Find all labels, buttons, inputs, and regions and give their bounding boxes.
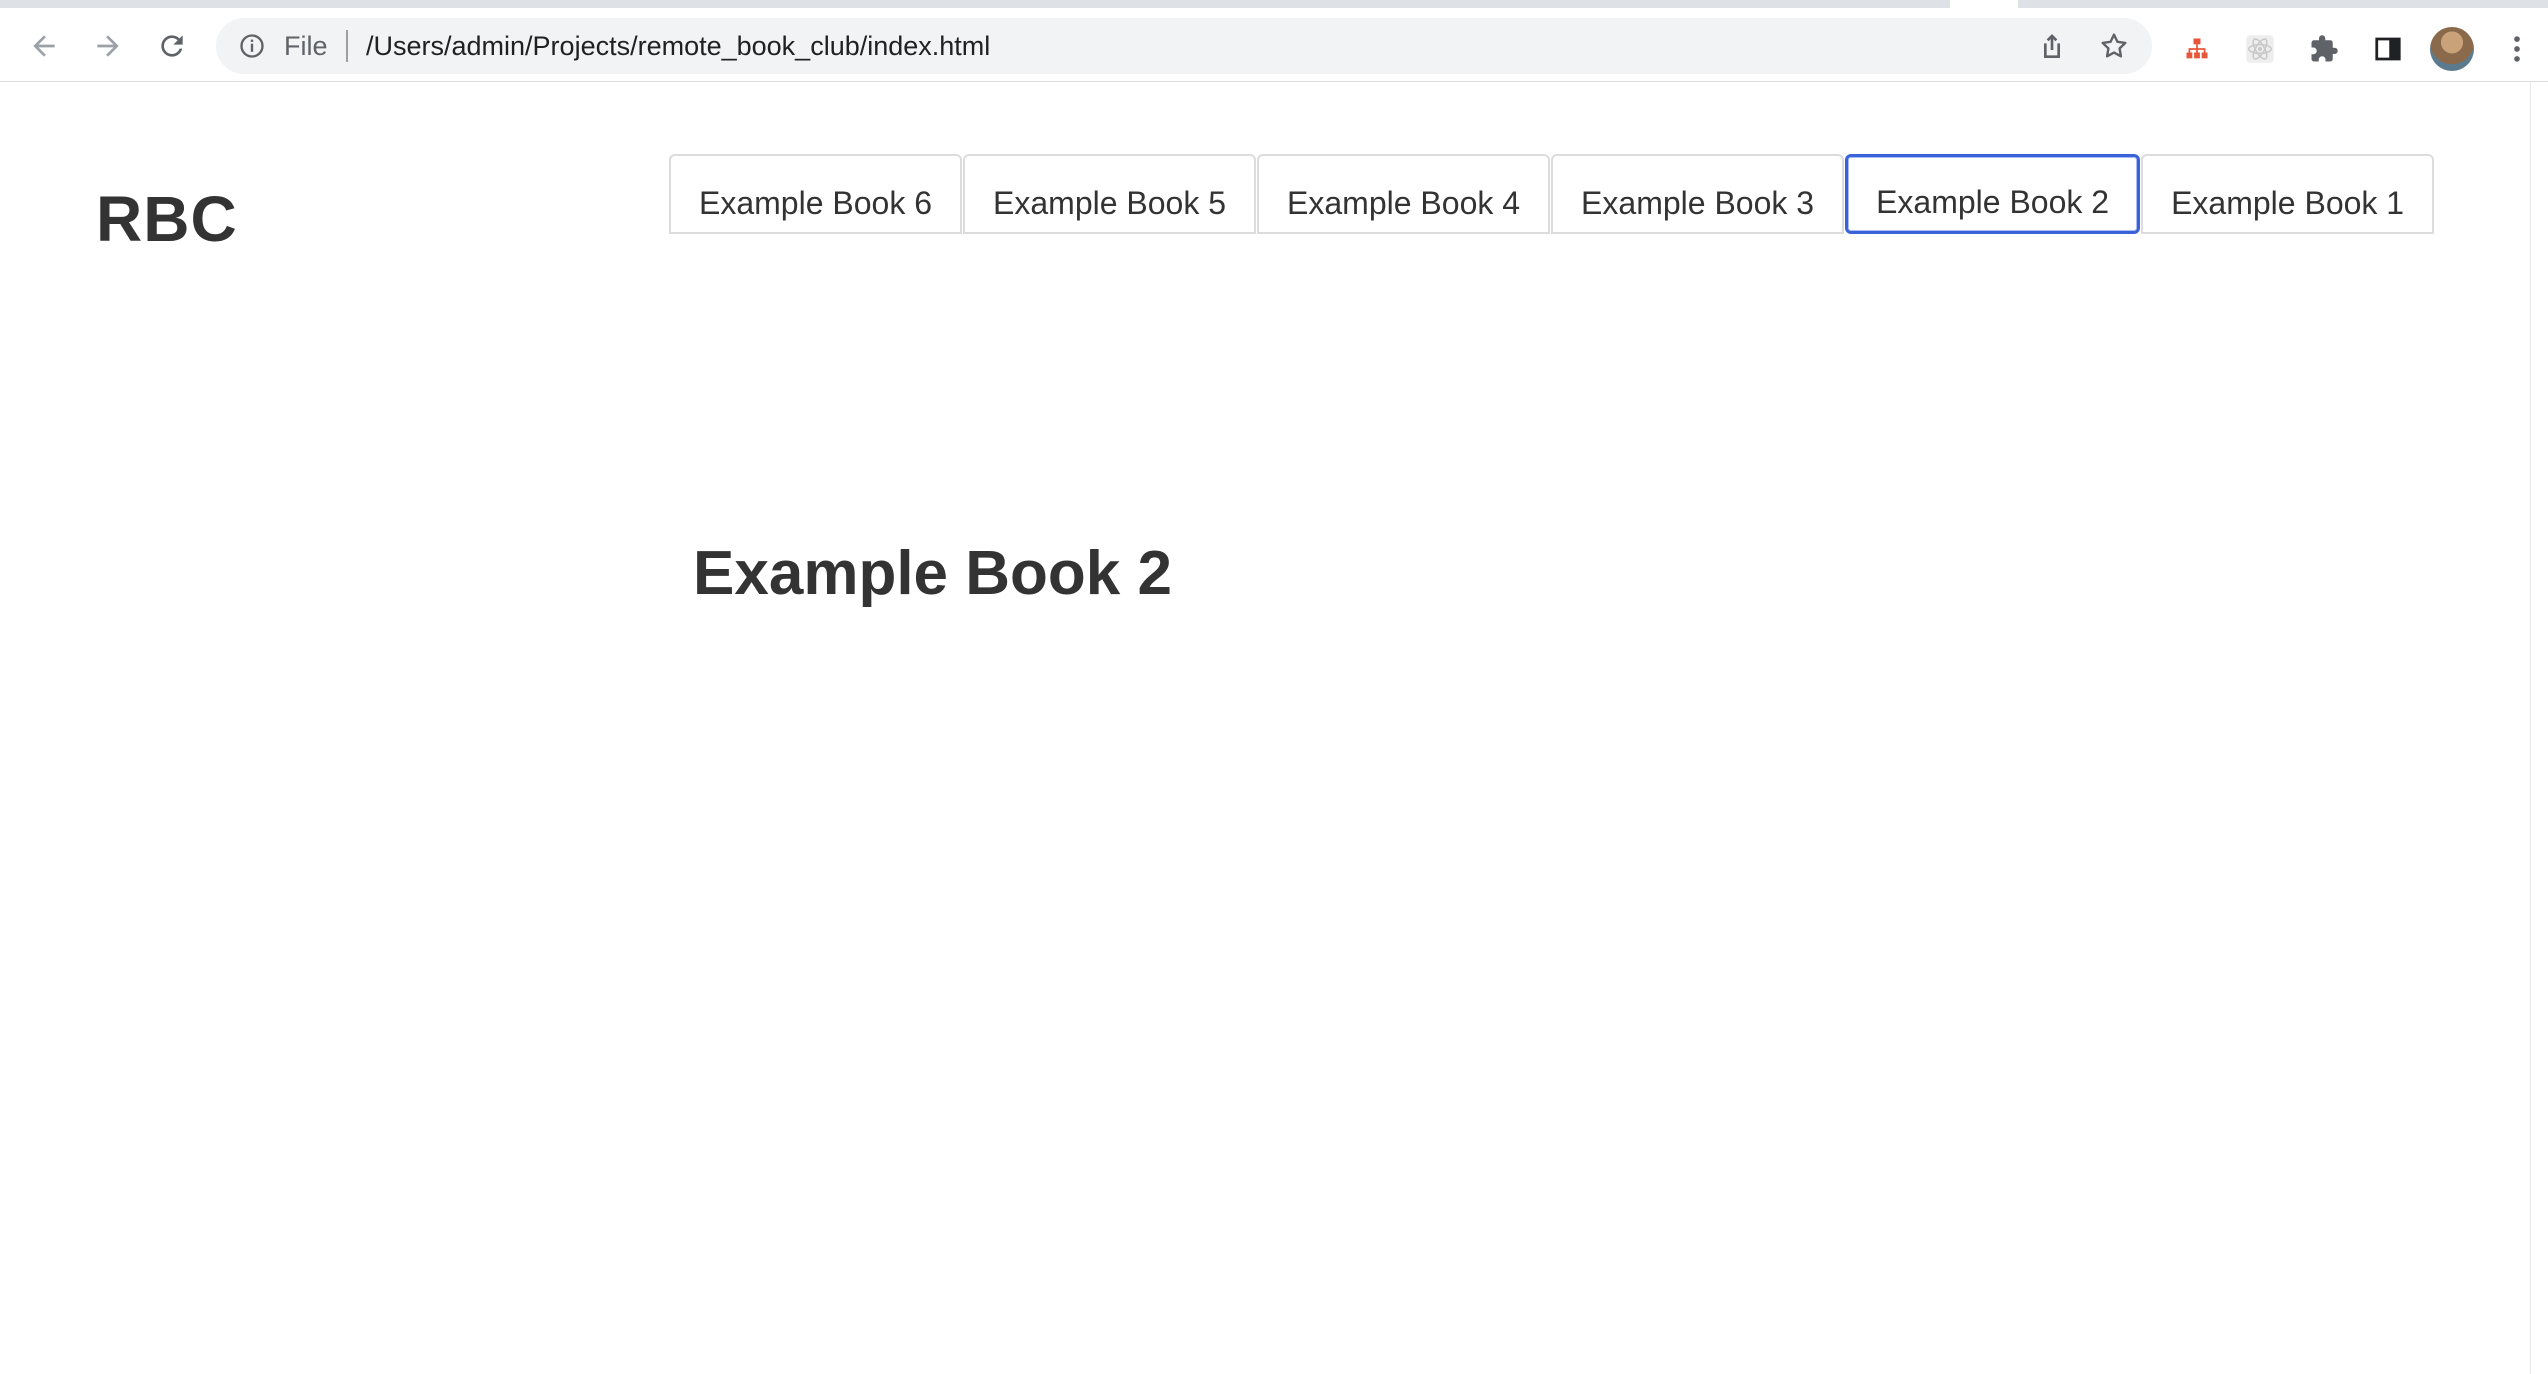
forward-button[interactable] <box>86 24 130 68</box>
arrow-left-icon <box>33 35 55 57</box>
kebab-menu-icon[interactable] <box>2500 32 2534 66</box>
browser-toolbar: File /Users/admin/Projects/remote_book_c… <box>0 8 2548 82</box>
page-content: RBC Example Book 6 Example Book 5 Exampl… <box>0 82 2530 1374</box>
url-text[interactable]: /Users/admin/Projects/remote_book_club/i… <box>366 32 990 60</box>
tab-example-book-3[interactable]: Example Book 3 <box>1551 154 1845 234</box>
tab-example-book-4[interactable]: Example Book 4 <box>1257 154 1551 234</box>
tab-example-book-5[interactable]: Example Book 5 <box>963 154 1257 234</box>
arrow-right-icon <box>97 35 119 57</box>
share-icon[interactable] <box>2036 30 2068 62</box>
react-devtools-icon[interactable] <box>2243 32 2277 66</box>
tab-strip <box>0 0 2548 8</box>
back-button[interactable] <box>22 24 66 68</box>
book-title: Example Book 2 <box>693 539 1172 608</box>
puzzle-icon[interactable] <box>2307 32 2341 66</box>
book-tabs: Example Book 6 Example Book 5 Example Bo… <box>669 154 2435 234</box>
vertical-scrollbar[interactable] <box>2530 82 2548 1374</box>
tab-example-book-6[interactable]: Example Book 6 <box>669 154 963 234</box>
tab-strip-gap <box>1950 0 2018 8</box>
star-icon[interactable] <box>2098 30 2130 62</box>
sitemap-extension-icon[interactable] <box>2180 32 2214 66</box>
reload-icon <box>161 35 183 57</box>
tab-example-book-1[interactable]: Example Book 1 <box>2141 154 2435 234</box>
profile-avatar[interactable] <box>2430 27 2474 71</box>
site-brand[interactable]: RBC <box>96 182 238 256</box>
address-bar[interactable]: File /Users/admin/Projects/remote_book_c… <box>216 18 2152 74</box>
reload-button[interactable] <box>150 24 194 68</box>
side-panel-icon[interactable] <box>2371 32 2405 66</box>
scheme-label: File <box>284 31 328 61</box>
info-icon[interactable] <box>238 32 266 60</box>
tab-example-book-2[interactable]: Example Book 2 <box>1845 154 2141 234</box>
address-separator <box>346 30 348 62</box>
